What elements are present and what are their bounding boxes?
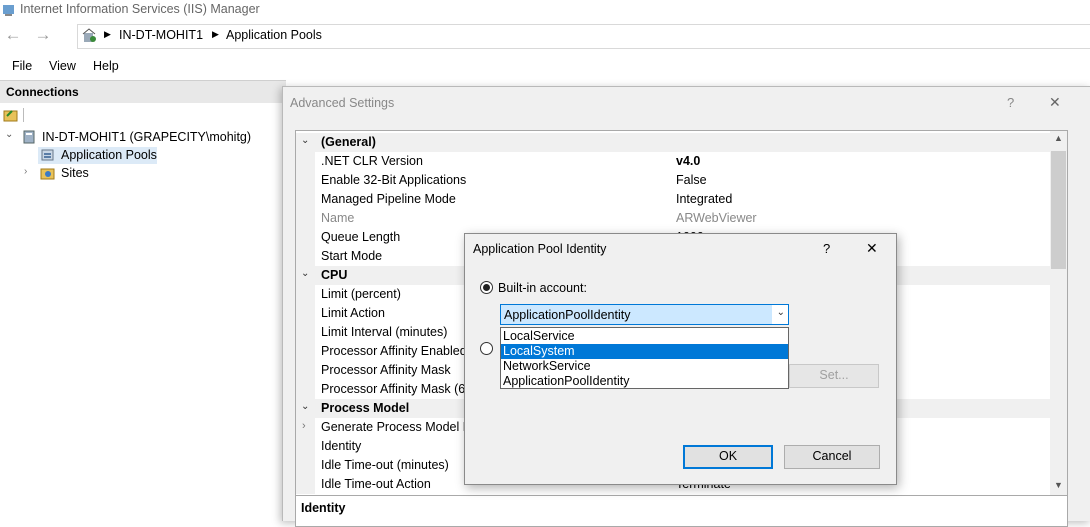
dropdown-selected-value: ApplicationPoolIdentity: [504, 308, 631, 322]
connections-header: Connections: [0, 80, 286, 104]
chevron-down-icon[interactable]: ⌄: [301, 401, 309, 412]
dropdown-option[interactable]: NetworkService: [501, 359, 788, 374]
scroll-down-icon[interactable]: ▼: [1054, 480, 1063, 490]
sites-folder-icon: [40, 168, 55, 180]
property-row[interactable]: Name ARWebViewer: [296, 209, 1051, 228]
property-row[interactable]: .NET CLR Version v4.0: [296, 152, 1051, 171]
chevron-down-icon[interactable]: ⌄: [5, 129, 13, 140]
iis-app-icon: [3, 5, 14, 16]
property-row[interactable]: Managed Pipeline Mode Integrated: [296, 190, 1051, 209]
breadcrumb-application-pools[interactable]: Application Pools: [226, 28, 322, 42]
builtin-account-radio[interactable]: [480, 281, 493, 294]
application-pools-icon: [41, 149, 54, 161]
dropdown-option-selected[interactable]: LocalSystem: [501, 344, 788, 359]
title-bar: Internet Information Services (IIS) Mana…: [0, 0, 1090, 20]
property-name: Name: [321, 211, 355, 225]
chevron-right-icon[interactable]: ›: [24, 166, 27, 177]
dropdown-option[interactable]: LocalService: [501, 329, 788, 344]
property-value: False: [676, 173, 707, 187]
property-value: ARWebViewer: [676, 211, 757, 225]
help-button[interactable]: ?: [823, 241, 830, 256]
connections-toolbar: [0, 103, 286, 127]
chevron-right-icon: ▶: [212, 29, 219, 39]
dropdown-option[interactable]: ApplicationPoolIdentity: [501, 374, 788, 389]
chevron-down-icon[interactable]: ⌄: [301, 268, 309, 279]
back-button[interactable]: ←: [2, 26, 24, 46]
property-value: v4.0: [676, 154, 701, 168]
menu-file[interactable]: File: [12, 59, 32, 73]
tree-server[interactable]: IN-DT-MOHIT1 (GRAPECITY\mohitg): [42, 130, 251, 144]
scrollbar-thumb[interactable]: [1051, 151, 1066, 269]
application-pool-identity-dialog: Application Pool Identity ? ✕ Built-in a…: [464, 233, 897, 485]
identity-dialog-title: Application Pool Identity: [473, 242, 607, 256]
tree-sites[interactable]: Sites: [61, 166, 89, 180]
tree-application-pools[interactable]: Application Pools: [61, 148, 157, 162]
chevron-down-icon[interactable]: ⌄: [301, 135, 309, 146]
arrow-left-icon: ←: [4, 25, 22, 44]
category-general[interactable]: ⌄ (General): [296, 133, 1051, 152]
set-button[interactable]: Set...: [789, 364, 879, 388]
toolbar-divider: [23, 108, 24, 122]
description-title: Identity: [301, 501, 346, 515]
chevron-right-icon[interactable]: ›: [302, 420, 306, 432]
breadcrumb-server[interactable]: IN-DT-MOHIT1: [119, 28, 203, 42]
builtin-account-label: Built-in account:: [498, 281, 587, 295]
advanced-settings-title: Advanced Settings: [290, 96, 395, 110]
connect-folder-icon[interactable]: [3, 107, 19, 123]
menu-view[interactable]: View: [49, 59, 76, 73]
close-button[interactable]: ✕: [866, 240, 878, 257]
builtin-account-dropdown[interactable]: ApplicationPoolIdentity ⌄: [500, 304, 789, 325]
ok-button[interactable]: OK: [683, 445, 773, 469]
cancel-button[interactable]: Cancel: [784, 445, 880, 469]
property-row[interactable]: Enable 32-Bit Applications False: [296, 171, 1051, 190]
property-value: Integrated: [676, 192, 733, 206]
arrow-right-icon: →: [34, 25, 52, 44]
close-button[interactable]: ✕: [1049, 94, 1061, 111]
address-bar[interactable]: ▶ IN-DT-MOHIT1 ▶ Application Pools: [77, 24, 1090, 49]
server-home-icon: [82, 28, 96, 42]
dropdown-list[interactable]: LocalService LocalSystem NetworkService …: [500, 327, 789, 389]
description-panel: Identity: [295, 495, 1068, 527]
menu-help[interactable]: Help: [93, 59, 119, 73]
chevron-right-icon: ▶: [104, 29, 111, 39]
forward-button[interactable]: →: [32, 26, 54, 46]
scroll-up-icon[interactable]: ▲: [1054, 133, 1063, 143]
property-name: Enable 32-Bit Applications: [321, 173, 467, 187]
custom-account-radio[interactable]: [480, 342, 493, 355]
property-name: Managed Pipeline Mode: [321, 192, 456, 206]
vertical-scrollbar[interactable]: ▲ ▼: [1050, 131, 1067, 495]
menu-bar: File View Help: [0, 54, 1090, 78]
connections-title: Connections: [6, 85, 79, 99]
property-name: .NET CLR Version: [321, 154, 423, 168]
chevron-down-icon[interactable]: ⌄: [777, 307, 785, 318]
window-title: Internet Information Services (IIS) Mana…: [20, 2, 260, 16]
server-icon: [23, 130, 35, 144]
help-button[interactable]: ?: [1007, 95, 1014, 110]
